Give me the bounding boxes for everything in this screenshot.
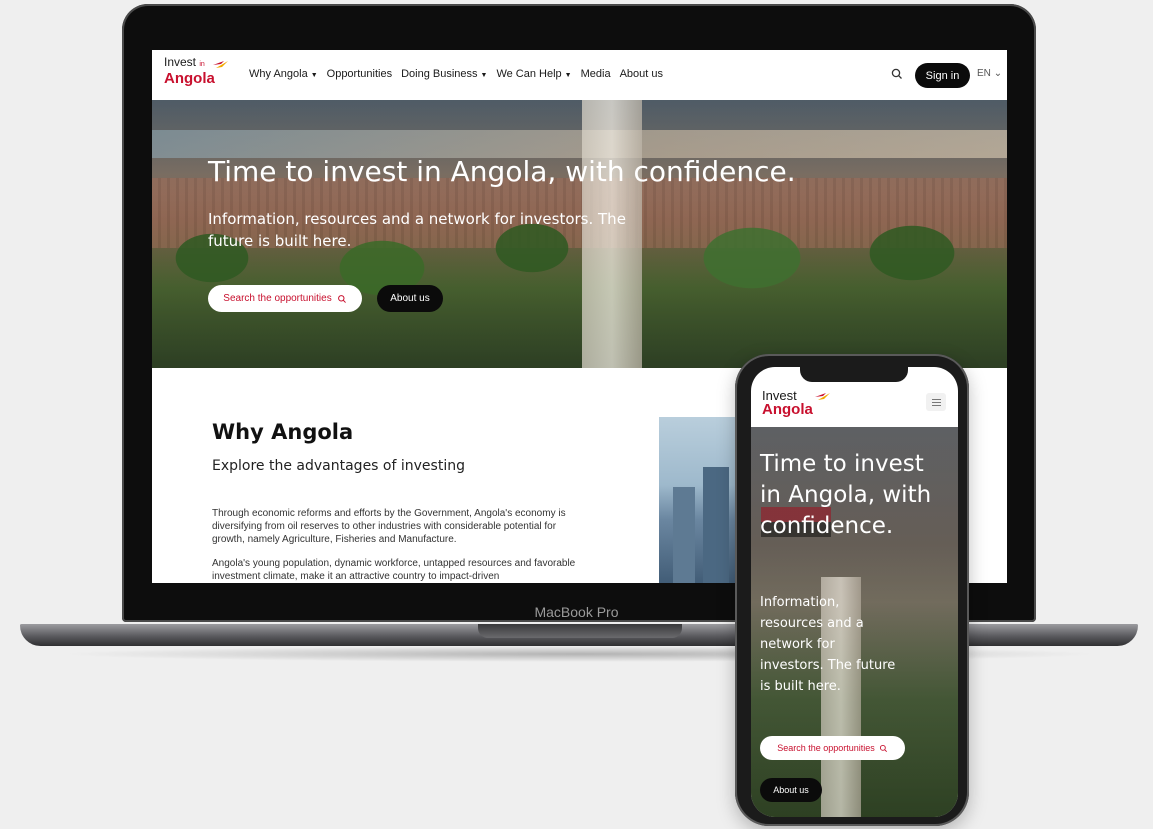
search-opportunities-button[interactable]: Search the opportunities (208, 285, 362, 312)
language-selector[interactable]: EN ⌄ (977, 68, 1002, 79)
why-angola-subheading: Explore the advantages of investing (212, 458, 465, 474)
language-label: EN (977, 68, 991, 79)
laptop-opening-notch (478, 624, 682, 638)
logo-angola-text: Angola (164, 70, 215, 87)
mobile-hero-title: Time to invest in Angola, with confidenc… (760, 451, 932, 539)
logo-invest-text: Invest (164, 55, 197, 69)
nav-menu: Why Angola ▼ Opportunities Doing Business… (249, 68, 663, 80)
search-icon (879, 744, 887, 752)
nav-item-label: Opportunities (326, 68, 393, 80)
hero-banner: Time to invest in Angola, with confidenc… (152, 100, 1007, 368)
nav-item-label: Doing Business (401, 68, 478, 80)
hero-subtitle: Information, resources and a network for… (208, 210, 626, 250)
search-icon[interactable] (890, 67, 904, 81)
building-shape (673, 487, 695, 583)
hero-bg-harbor (152, 130, 1007, 158)
logo-arrow-icon (213, 61, 228, 68)
laptop-brand-label: MacBook Pro (534, 604, 619, 620)
search-icon (337, 294, 346, 303)
mobile-about-us-button[interactable]: About us (760, 778, 822, 802)
logo-arrow-icon (815, 393, 830, 400)
building-shape (703, 467, 729, 583)
mobile-hero-subtitle: Information, resources and a network for… (760, 595, 896, 694)
mobile-website: Invest Angola Time to invest in Angola, … (751, 367, 958, 817)
desktop-navbar: Invest in Angola Why Angola ▼ Opportuniti… (152, 50, 1007, 100)
why-angola-paragraph-1: Through economic reforms and efforts by … (212, 508, 566, 545)
button-label: Search the opportunities (777, 743, 875, 753)
mobile-site-logo[interactable]: Invest Angola (762, 389, 830, 418)
mobile-search-opportunities-button[interactable]: Search the opportunities (760, 736, 905, 760)
caret-down-icon: ▼ (310, 72, 318, 79)
mobile-hero-banner: Time to invest in Angola, with confidenc… (751, 427, 958, 817)
button-label: Search the opportunities (223, 293, 332, 304)
phone-notch (800, 364, 908, 382)
sign-in-button[interactable]: Sign in (915, 63, 970, 88)
nav-item-about-us[interactable]: About us (620, 68, 663, 80)
caret-down-icon: ▼ (480, 72, 488, 79)
why-angola-heading: Why Angola (212, 420, 354, 444)
nav-item-doing-business[interactable]: Doing Business ▼ (401, 68, 487, 80)
nav-item-we-can-help[interactable]: We Can Help ▼ (496, 68, 571, 80)
nav-item-label: About us (619, 68, 663, 80)
hero-title: Time to invest in Angola, with confidenc… (208, 155, 796, 188)
site-logo[interactable]: Invest in Angola (164, 56, 234, 94)
hamburger-menu-icon[interactable] (926, 393, 946, 411)
logo-in-text: in (199, 61, 205, 68)
nav-item-media[interactable]: Media (581, 68, 611, 80)
logo-angola-text: Angola (762, 401, 813, 418)
nav-item-why-angola[interactable]: Why Angola ▼ (249, 68, 318, 80)
nav-item-label: Why Angola (249, 68, 308, 80)
nav-item-label: Media (580, 68, 611, 80)
chevron-down-icon: ⌄ (993, 68, 1003, 79)
about-us-button[interactable]: About us (377, 285, 443, 312)
why-angola-paragraph-2: Angola's young population, dynamic workf… (212, 558, 576, 582)
caret-down-icon: ▼ (564, 72, 572, 79)
nav-item-opportunities[interactable]: Opportunities (327, 68, 392, 80)
nav-item-label: We Can Help (496, 68, 562, 80)
